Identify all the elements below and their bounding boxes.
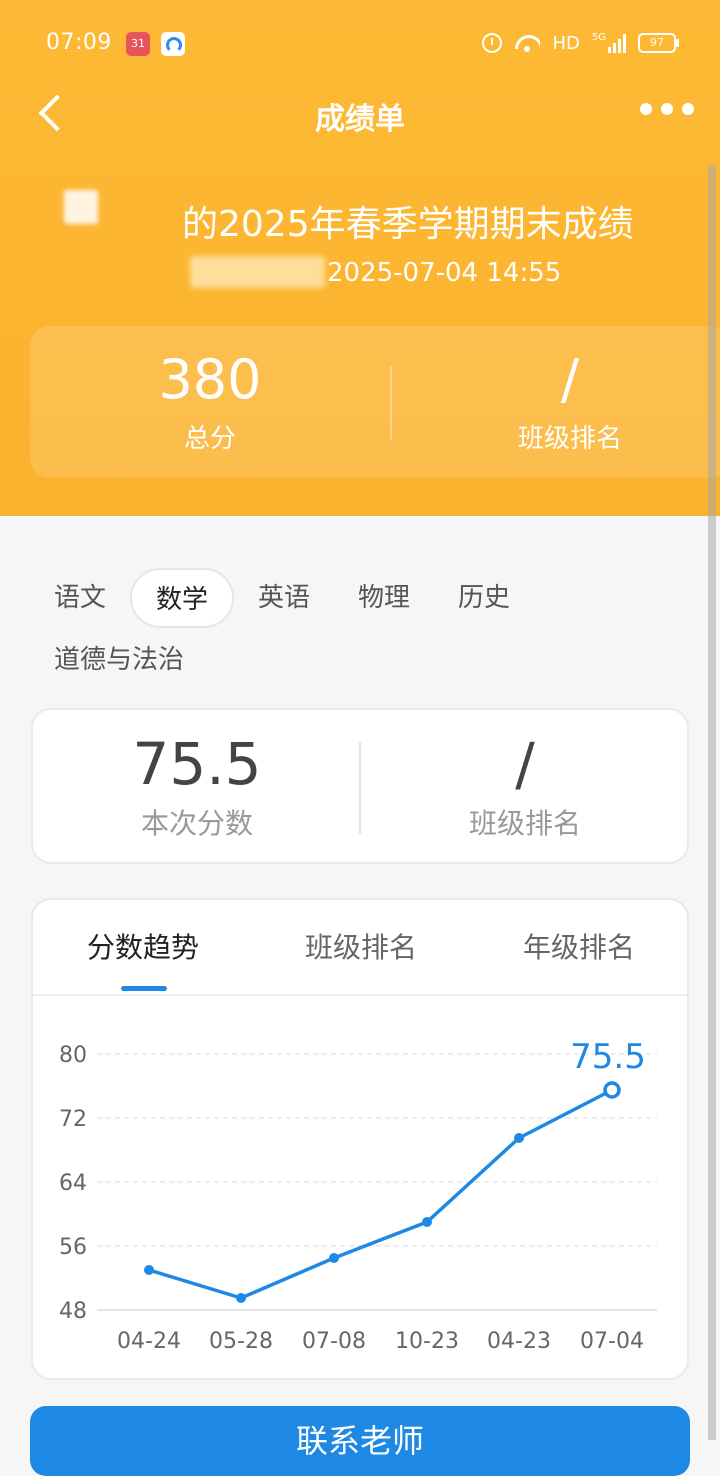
nav-bar: 成绩单 <box>0 88 720 138</box>
subject-tab-physics[interactable]: 物理 <box>344 568 424 628</box>
battery-icon: 97 <box>638 33 679 53</box>
subject-rank-label: 班级排名 <box>468 807 581 840</box>
subject-tab-history[interactable]: 历史 <box>444 568 524 628</box>
scrollbar[interactable] <box>708 165 716 1440</box>
x-tick-label: 07-04 <box>580 1329 644 1354</box>
x-tick-label: 07-08 <box>302 1329 366 1354</box>
more-dot-icon <box>682 103 694 115</box>
x-tick-label: 10-23 <box>395 1329 459 1354</box>
publisher-redacted <box>190 256 325 288</box>
more-dot-icon <box>661 103 673 115</box>
network-gen-label: 5G <box>591 32 606 43</box>
status-time: 07:09 <box>46 30 112 55</box>
app-notification-icon <box>161 32 185 56</box>
x-tick-label: 05-28 <box>209 1329 273 1354</box>
latest-score-label: 75.5 <box>570 1037 646 1077</box>
more-dot-icon <box>640 103 652 115</box>
y-tick-label: 64 <box>59 1171 87 1196</box>
page-title: 成绩单 <box>315 102 405 137</box>
y-tick-label: 56 <box>59 1235 87 1260</box>
y-tick-label: 80 <box>59 1043 87 1068</box>
score-point <box>236 1293 246 1303</box>
tab-score-trend[interactable]: 分数趋势 <box>87 926 199 966</box>
subject-score-value: 75.5 <box>132 730 262 798</box>
score-point <box>422 1217 432 1227</box>
total-score-label: 总分 <box>183 424 236 454</box>
score-point <box>514 1133 524 1143</box>
y-tick-label: 72 <box>59 1107 87 1132</box>
more-options-button[interactable] <box>640 103 694 115</box>
alarm-icon <box>482 33 503 53</box>
contact-teacher-button[interactable]: 联系老师 <box>30 1406 690 1476</box>
signal-icon: 5G <box>592 33 626 53</box>
subject-tab-chinese[interactable]: 语文 <box>40 568 120 628</box>
subject-tab-english[interactable]: 英语 <box>244 568 324 628</box>
calendar-notification-icon: 31 <box>126 32 150 56</box>
network-hd-label: HD <box>552 32 580 54</box>
subject-rank-block: / 班级排名 <box>361 710 689 866</box>
exam-publish-date: 2025-07-04 14:55 <box>327 258 562 288</box>
tab-grade-rank[interactable]: 年级排名 <box>523 926 635 966</box>
total-score-value: 380 <box>158 348 262 411</box>
subject-rank-value: / <box>515 730 535 798</box>
class-rank-block: / 班级排名 <box>390 326 720 478</box>
trend-card: 分数趋势 班级排名 年级排名 48 56 64 72 80 04-24 05-28 07-08… <box>31 898 689 1380</box>
subject-tab-ethics[interactable]: 道德与法治 <box>40 630 214 690</box>
total-score-block: 380 总分 <box>30 326 390 478</box>
subject-tab-math[interactable]: 数学 <box>130 568 234 628</box>
score-summary-card: 380 总分 / 班级排名 <box>30 326 720 478</box>
x-tick-label: 04-23 <box>487 1329 551 1354</box>
score-trend-chart: 48 56 64 72 80 04-24 05-28 07-08 10-23 04-23 07-04… <box>59 1037 657 1354</box>
score-point <box>329 1253 339 1263</box>
wifi-icon <box>514 33 540 53</box>
y-tick-label: 48 <box>59 1299 87 1324</box>
class-rank-label: 班级排名 <box>517 424 622 454</box>
score-point <box>144 1265 154 1275</box>
trend-tabs: 分数趋势 班级排名 年级排名 <box>33 900 687 996</box>
x-tick-label: 04-24 <box>117 1329 181 1354</box>
class-rank-value: / <box>560 348 580 411</box>
exam-title: 的2025年春季学期期末成绩 <box>182 204 634 245</box>
active-tab-indicator <box>121 986 167 991</box>
student-name-redacted <box>64 190 98 224</box>
latest-score-point <box>603 1081 621 1099</box>
subject-score-label: 本次分数 <box>140 807 253 840</box>
tab-class-rank[interactable]: 班级排名 <box>305 926 417 966</box>
status-bar: 07:09 31 HD 5G 97 <box>0 0 720 88</box>
subject-score-card: 75.5 本次分数 / 班级排名 <box>31 708 689 864</box>
subject-score-block: 75.5 本次分数 <box>33 710 361 866</box>
score-trend-line <box>148 1088 613 1300</box>
